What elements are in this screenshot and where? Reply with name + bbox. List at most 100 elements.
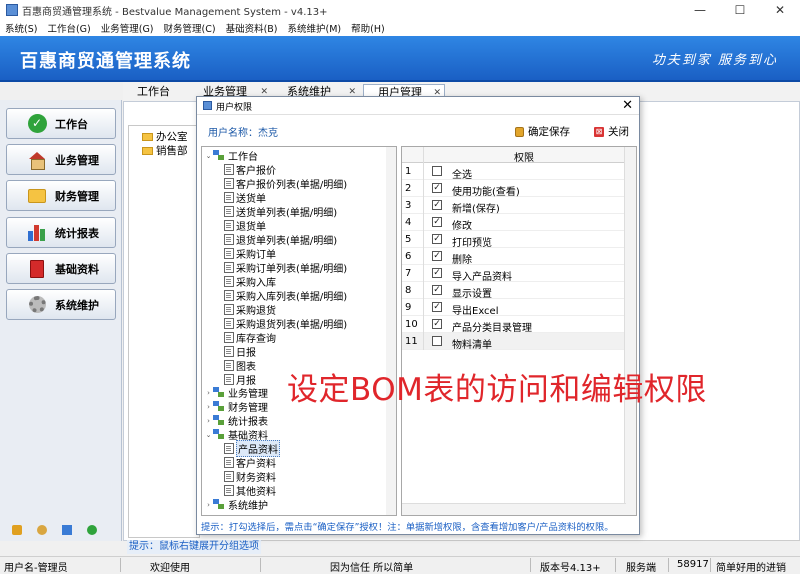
tree-node-other-data[interactable]: 其他资料: [224, 484, 276, 498]
tree-node-finance[interactable]: › 财务管理: [204, 400, 268, 414]
menu-system[interactable]: 系统(S): [0, 21, 42, 35]
tree-node-workbench-item[interactable]: 送货单列表(单据/明细): [224, 205, 338, 219]
collapse-icon[interactable]: ⌄: [204, 431, 213, 439]
permission-row: 2 ✓ 使用功能(查看): [402, 180, 624, 198]
tree-node-workbench-item[interactable]: 采购退货: [224, 303, 276, 317]
row-number: 7: [402, 265, 424, 282]
tree-node-workbench-item[interactable]: 采购入库: [224, 275, 276, 289]
expand-icon[interactable]: ›: [204, 389, 213, 397]
folder-icon: [27, 187, 47, 205]
tree-node-finance-data[interactable]: 财务资料: [224, 470, 276, 484]
close-icon: ⊠: [594, 126, 604, 137]
tree-node-workbench-item[interactable]: 采购入库列表(单据/明细): [224, 289, 348, 303]
tree-node-workbench-item[interactable]: 退货单: [224, 219, 266, 233]
menu-finance[interactable]: 财务管理(C): [159, 21, 221, 35]
menu-maintenance[interactable]: 系统维护(M): [283, 21, 347, 35]
close-button[interactable]: ⊠ 关闭: [594, 124, 629, 139]
status-version: 版本号4.13+: [540, 563, 601, 574]
tree-label: 送货单列表(单据/明细): [236, 208, 338, 219]
permission-checkbox[interactable]: ✓: [432, 302, 442, 312]
document-icon: [224, 360, 234, 371]
nav-reports-button[interactable]: 统计报表: [6, 217, 116, 248]
menu-business[interactable]: 业务管理(G): [96, 21, 159, 35]
nav-workbench-button[interactable]: ✓ 工作台: [6, 108, 116, 139]
tree-node-workbench-item[interactable]: 图表: [224, 359, 256, 373]
window-title: 百惠商贸通管理系统 - Bestvalue Management System …: [22, 6, 328, 18]
row-number: 6: [402, 248, 424, 265]
permission-checkbox[interactable]: ✓: [432, 268, 442, 278]
minimize-button[interactable]: —: [680, 0, 720, 20]
nav-business-button[interactable]: 业务管理: [6, 144, 116, 175]
tree-node-customer-data[interactable]: 客户资料: [224, 456, 276, 470]
menu-bar: 系统(S) 工作台(G) 业务管理(G) 财务管理(C) 基础资料(B) 系统维…: [0, 20, 800, 36]
nav-finance-button[interactable]: 财务管理: [6, 180, 116, 211]
expand-icon[interactable]: ›: [204, 403, 213, 411]
document-icon: [224, 290, 234, 301]
menu-help[interactable]: 帮助(H): [346, 21, 390, 35]
tree-node-workbench-item[interactable]: 退货单列表(单据/明细): [224, 233, 337, 247]
permission-row: 8 ✓ 显示设置: [402, 282, 624, 300]
permission-checkbox[interactable]: [432, 336, 442, 346]
permission-checkbox[interactable]: ✓: [432, 200, 442, 210]
close-label: 关闭: [608, 126, 629, 138]
tree-node-product-data[interactable]: 产品资料: [224, 440, 280, 457]
user-icon[interactable]: [37, 525, 47, 535]
tree-node-workbench-item[interactable]: 采购退货列表(单据/明细): [224, 317, 347, 331]
grid-vertical-scrollbar[interactable]: [624, 147, 636, 515]
close-window-button[interactable]: ✕: [760, 0, 800, 20]
monitor-icon[interactable]: [62, 525, 72, 535]
expand-icon[interactable]: ›: [204, 417, 213, 425]
maximize-button[interactable]: ☐: [720, 0, 760, 20]
permission-checkbox[interactable]: ✓: [432, 183, 442, 193]
dialog-close-icon[interactable]: ✕: [622, 97, 633, 114]
document-icon: [224, 485, 234, 496]
permission-label: 打印预览: [452, 238, 492, 249]
menu-basic-data[interactable]: 基础资料(B): [221, 21, 283, 35]
expand-icon[interactable]: ›: [204, 501, 213, 509]
tree-label: 采购入库列表(单据/明细): [236, 292, 348, 303]
collapse-icon[interactable]: ⌄: [204, 152, 213, 160]
menu-workbench[interactable]: 工作台(G): [42, 21, 95, 35]
tree-node-reports[interactable]: › 统计报表: [204, 414, 268, 428]
dept-item[interactable]: 销售部: [142, 143, 188, 158]
tree-node-workbench-item[interactable]: 库存查询: [224, 331, 276, 345]
permission-checkbox[interactable]: ✓: [432, 234, 442, 244]
tree-node-workbench-item[interactable]: 客户报价: [224, 163, 276, 177]
dept-item[interactable]: 办公室: [142, 129, 188, 144]
horizontal-scrollbar[interactable]: [262, 540, 800, 554]
tree-node-maintenance[interactable]: › 系统维护: [204, 498, 268, 512]
permission-row: 7 ✓ 导入产品资料: [402, 265, 624, 283]
row-number: 2: [402, 180, 424, 197]
tab-workbench[interactable]: 工作台: [123, 84, 188, 101]
permission-row: 9 ✓ 导出Excel: [402, 299, 624, 317]
tree-label: 采购退货: [236, 306, 276, 317]
refresh-icon[interactable]: [87, 525, 97, 535]
tree-vertical-scrollbar[interactable]: [386, 147, 396, 515]
permission-module-tree: ⌄ 工作台 客户报价 客户报价列表(单据/明细) 送货单 送货单列表(单据/明细) 退货…: [201, 146, 397, 516]
tab-label: 工作台: [137, 85, 170, 98]
document-icon: [224, 248, 234, 259]
tree-node-workbench-item[interactable]: 采购订单列表(单据/明细): [224, 261, 347, 275]
edit-icon[interactable]: [12, 525, 22, 535]
grid-horizontal-scrollbar[interactable]: [402, 503, 626, 515]
nav-label: 系统维护: [55, 298, 99, 312]
tree-node-business[interactable]: › 业务管理: [204, 386, 268, 400]
permission-checkbox[interactable]: ✓: [432, 285, 442, 295]
tree-node-workbench-item[interactable]: 采购订单: [224, 247, 276, 261]
nav-label: 业务管理: [55, 153, 99, 167]
permission-checkbox[interactable]: ✓: [432, 217, 442, 227]
nav-maintenance-button[interactable]: 系统维护: [6, 289, 116, 320]
tree-node-workbench[interactable]: ⌄ 工作台: [204, 149, 258, 163]
tree-node-workbench-item[interactable]: 送货单: [224, 191, 266, 205]
save-button[interactable]: 确定保存: [515, 124, 570, 139]
permission-checkbox[interactable]: ✓: [432, 251, 442, 261]
app-slogan: 功夫到家 服务到心: [651, 53, 778, 68]
nav-basic-data-button[interactable]: 基础资料: [6, 253, 116, 284]
permission-checkbox[interactable]: ✓: [432, 319, 442, 329]
permission-checkbox[interactable]: [432, 166, 442, 176]
status-side: 服务端: [626, 563, 656, 574]
tree-node-workbench-item[interactable]: 日报: [224, 345, 256, 359]
group-icon: [213, 499, 225, 510]
tree-node-workbench-item[interactable]: 客户报价列表(单据/明细): [224, 177, 347, 191]
row-number: 11: [402, 333, 424, 350]
